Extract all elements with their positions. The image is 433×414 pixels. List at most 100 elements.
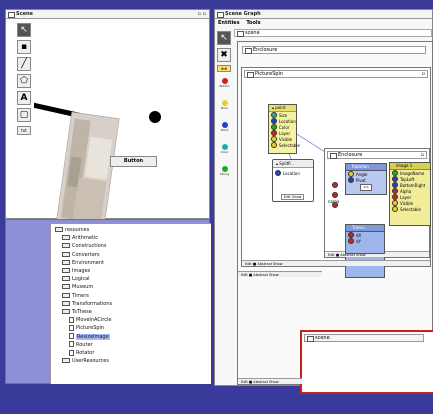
folder-icon [62,292,70,298]
tree-item-label: Logical [72,276,90,283]
text-tool-icon[interactable]: A [17,91,31,105]
tree-item[interactable]: Arithmetic [62,234,98,242]
tree-item[interactable]: Constructions [62,242,106,250]
enclosure-side-port-2[interactable] [332,192,338,198]
link-tool-icon[interactable]: ⊕⊕ [217,65,231,72]
palette-item-string[interactable]: String [218,166,231,176]
point-node[interactable]: ▴ point Size Location Color Layer Visible Sel… [268,104,300,154]
split-node-title[interactable]: ▴ SplitP... [273,160,313,168]
port-label: Selectable [279,142,300,148]
translation-port-dy[interactable]: dY [346,238,384,244]
port-dot-icon[interactable] [271,142,277,148]
menu-entities[interactable]: Entities [218,20,240,26]
point-node-title[interactable]: ▴ point [269,105,296,112]
split-node-footer[interactable]: Edit Show [281,194,305,200]
tree-item[interactable]: resources [55,226,89,234]
mini-scene-titlebar[interactable]: scene [304,334,424,342]
scene-window-titlebar[interactable]: Scene ▫ ▫ [6,10,209,19]
folder-icon [62,251,70,257]
split-port-location[interactable]: Location [273,170,313,176]
tree-item[interactable]: UserResources [62,357,109,365]
scene-window-title: Scene [16,11,33,17]
picture-spin-panel[interactable]: PictureSpin ▫ ▴ point Size Location Color L… [241,67,431,278]
window-resize-icons[interactable]: ▫ ▫ [197,10,206,19]
port-label: Location [279,118,296,124]
pointer-tool-icon[interactable]: ↖ [17,23,31,37]
port-label: BottomRight [400,182,426,188]
palette-item-point[interactable]: Point [218,122,231,132]
dot-tool-icon[interactable]: ▪ [17,40,31,54]
pointer-tool-icon[interactable]: ↖ [217,31,231,45]
polygon-tool-icon[interactable]: ⬠ [17,74,31,88]
translation-node-visible[interactable]: Transl... dX dY [345,224,385,254]
folder-icon [62,243,70,249]
txt-tool-button[interactable]: txt [17,126,31,135]
canvas-button[interactable]: Button [110,156,157,167]
node-port[interactable]: Selectable [269,142,300,148]
tree-item[interactable]: Router [69,341,93,349]
port-dot-icon[interactable] [348,177,354,183]
tree-item[interactable]: ResizeImage [69,333,110,341]
menu-tools[interactable]: Tools [246,20,260,26]
port-dot-icon[interactable] [275,170,281,176]
mini-scene-window[interactable]: scene [300,330,433,394]
tree-item-label: Environment [72,259,104,266]
port-dot-icon[interactable] [392,206,398,212]
enclosure-outer-bottom-bar[interactable]: Edit ■ Abstract Show [238,271,322,277]
delete-tool-icon[interactable]: ✖ [217,48,231,62]
image-node[interactable]: image 1 ImageName TopLeft BottomRight Alpha… [389,162,431,226]
tree-item-label: UserResources [72,358,109,365]
rotation-port-pivot[interactable]: Pivot [346,177,386,183]
node-port[interactable]: Selectable [390,206,430,212]
port-dot-icon[interactable] [348,238,354,244]
tree-item-label: Timers [72,292,89,299]
rotation-node-title[interactable]: Rotation [346,164,386,171]
enclosure-frame-icon [245,48,252,54]
enclosure-side-port-3[interactable] [332,202,338,208]
rotation-value-field[interactable]: 0.0 [360,184,372,191]
image-node-title[interactable]: image 1 [390,163,430,170]
scene-canvas[interactable]: Button [34,19,209,219]
enclosure-inner-header[interactable]: Enclosure ▫ [327,151,427,159]
palette-label: Button [219,84,230,88]
palette-item-bool[interactable]: Bool [218,100,231,110]
enclosure-outer-footer-bar[interactable]: Edit ■ Abstract Show [238,378,302,384]
tree-item[interactable]: MoveInACircle [69,316,111,324]
tree-item[interactable]: Transformations [62,300,112,308]
node-menu-icon[interactable]: ▴ [272,105,274,110]
tree-item[interactable]: Timers [62,292,89,300]
tree-item-label: Router [76,341,93,348]
node-port[interactable]: ImageName [390,170,430,176]
palette-item-button[interactable]: Button [218,78,231,88]
tree-item[interactable]: Environment [62,259,104,267]
scene-graph-titlebar[interactable]: Scene Graph [215,10,432,19]
rotation-node[interactable]: Rotation Angle Pivot 0.0 [345,163,387,195]
enclosure-outer[interactable]: Enclosure PictureSpin ▫ ▴ point Size Loc… [237,41,433,394]
tree-item[interactable]: Museum [62,283,93,291]
tree-item[interactable]: PictureSpin [69,324,104,332]
tree-item-label: Images [72,268,91,274]
enclosure-inner-close-icon[interactable]: ▫ [421,152,424,159]
frame-tool-icon[interactable]: ▢ [17,108,31,122]
tree-item[interactable]: Rotator [69,349,94,357]
enclosure-outer-header[interactable]: Enclosure [242,46,426,54]
tree-item[interactable]: Logical [62,275,90,283]
picture-spin-bottom-bar[interactable]: Edit ■ Abstract Show [242,260,430,266]
tree-item[interactable]: Converters [62,251,100,259]
window-close-icon[interactable] [8,12,15,18]
scene-breadcrumb[interactable]: scene [234,29,432,37]
window-close-icon[interactable] [217,12,224,18]
split-node[interactable]: ▴ SplitP... Location Edit Show [272,159,314,202]
palette-item-color[interactable]: Color [218,144,231,154]
node-port[interactable]: BottomRight [390,182,430,188]
point-node-label: point [275,105,286,110]
enclosure-side-port-1[interactable] [332,182,338,188]
translation-node-title[interactable]: Transl... [346,225,384,232]
tree-item-label: Constructions [72,243,107,250]
tree-item[interactable]: TsThese [62,308,92,316]
line-tool-icon[interactable]: ╱ [17,57,31,71]
tree-item[interactable]: Images [62,267,90,275]
resources-tree-panel: resources Arithmetic Constructions Converte… [50,223,211,384]
node-menu-icon[interactable]: ▴ [276,161,278,166]
folder-icon [62,235,70,241]
